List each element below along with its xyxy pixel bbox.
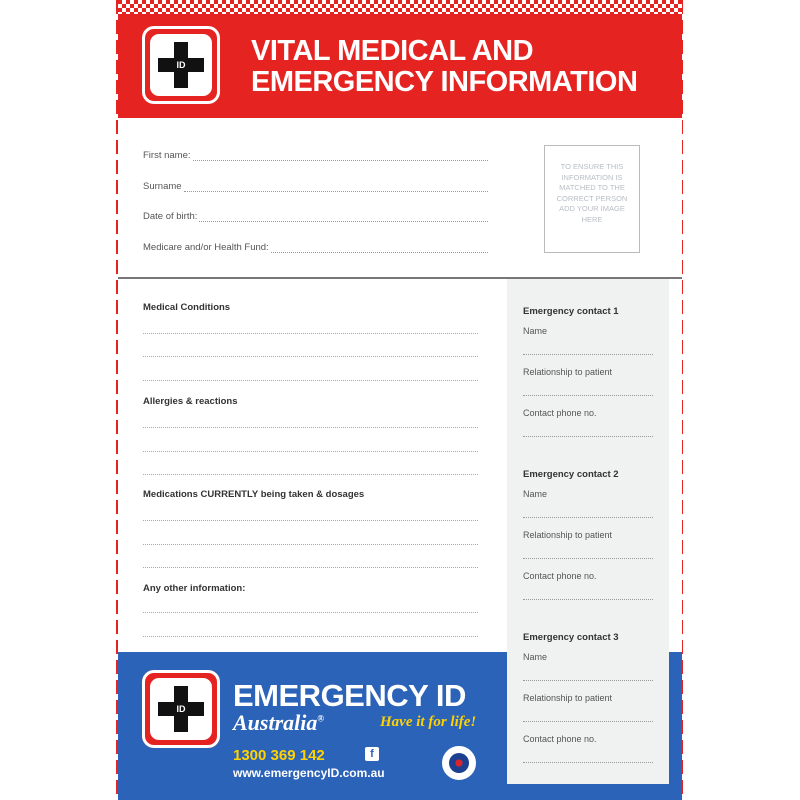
contact-3-phone-line[interactable] — [523, 762, 653, 763]
registered-mark: ® — [317, 713, 325, 724]
contact-1-relationship-line[interactable] — [523, 395, 653, 396]
form-header: ID VITAL MEDICAL AND EMERGENCY INFORMATI… — [118, 14, 682, 118]
photo-placeholder[interactable]: TO ENSURE THIS INFORMATION IS MATCHED TO… — [544, 145, 640, 253]
logo-id-text: ID — [176, 60, 186, 70]
footer-logo-icon: ID — [142, 670, 220, 748]
allergies-line[interactable] — [143, 451, 478, 452]
medical-conditions-line[interactable] — [143, 380, 478, 381]
emergency-contacts-panel: Emergency contact 1 Name Relationship to… — [507, 279, 669, 784]
contact-2-heading: Emergency contact 2 — [523, 469, 619, 480]
contact-2-name-label: Name — [523, 489, 548, 499]
photo-instructions: TO ENSURE THIS INFORMATION IS MATCHED TO… — [556, 162, 628, 224]
other-info-heading: Any other information: — [143, 583, 246, 594]
contact-2-relationship-line[interactable] — [523, 558, 653, 559]
contact-3-name-label: Name — [523, 652, 548, 662]
medical-conditions-line[interactable] — [143, 356, 478, 357]
medications-line[interactable] — [143, 567, 478, 568]
footer-logo-id-text: ID — [176, 704, 186, 714]
first-name-field[interactable]: First name: — [143, 150, 488, 161]
facebook-icon[interactable]: f — [365, 747, 379, 761]
contact-1-heading: Emergency contact 1 — [523, 306, 619, 317]
title-line-1: VITAL MEDICAL AND — [251, 35, 534, 67]
contact-1-phone-label: Contact phone no. — [523, 408, 597, 418]
contact-3-phone-label: Contact phone no. — [523, 734, 597, 744]
contact-3-heading: Emergency contact 3 — [523, 632, 619, 643]
medications-heading: Medications CURRENTLY being taken & dosa… — [143, 489, 365, 500]
medications-line[interactable] — [143, 520, 478, 521]
first-name-label: First name: — [143, 150, 191, 161]
form-title: VITAL MEDICAL AND EMERGENCY INFORMATION — [251, 36, 671, 98]
contact-1-name-label: Name — [523, 326, 548, 336]
contact-3-relationship-label: Relationship to patient — [523, 693, 613, 703]
other-info-line[interactable] — [143, 612, 478, 613]
contact-2-name-line[interactable] — [523, 517, 653, 518]
date-of-birth-label: Date of birth: — [143, 211, 198, 222]
website-link[interactable]: www.emergencyID.com.au — [233, 766, 385, 780]
allergies-heading: Allergies & reactions — [143, 396, 238, 407]
medications-line[interactable] — [143, 544, 478, 545]
surname-field[interactable]: Surname — [143, 181, 488, 192]
brand-country: Australia® — [233, 710, 325, 735]
brand-name: EMERGENCY ID — [233, 678, 466, 713]
medical-conditions-line[interactable] — [143, 333, 478, 334]
medical-info-form: ID VITAL MEDICAL AND EMERGENCY INFORMATI… — [118, 0, 682, 800]
date-of-birth-field[interactable]: Date of birth: — [143, 211, 488, 222]
contact-2-phone-line[interactable] — [523, 599, 653, 600]
medicare-field[interactable]: Medicare and/or Health Fund: — [143, 242, 488, 253]
contact-3-relationship-line[interactable] — [523, 721, 653, 722]
contact-phone-number: 1300 369 142 — [233, 747, 325, 764]
contact-1-name-line[interactable] — [523, 354, 653, 355]
checkered-top-border — [118, 0, 682, 14]
surname-label: Surname — [143, 181, 182, 192]
emergency-id-logo-icon: ID — [142, 26, 220, 104]
title-line-2: EMERGENCY INFORMATION — [251, 66, 638, 98]
allergies-line[interactable] — [143, 427, 478, 428]
australian-made-badge-icon — [442, 746, 476, 780]
medical-conditions-heading: Medical Conditions — [143, 302, 231, 313]
allergies-line[interactable] — [143, 474, 478, 475]
contact-2-relationship-label: Relationship to patient — [523, 530, 613, 540]
contact-1-relationship-label: Relationship to patient — [523, 367, 613, 377]
medicare-label: Medicare and/or Health Fund: — [143, 242, 269, 253]
brand-tagline: Have it for life! — [380, 714, 477, 730]
contact-2-phone-label: Contact phone no. — [523, 571, 597, 581]
contact-3-name-line[interactable] — [523, 680, 653, 681]
other-info-line[interactable] — [143, 636, 478, 637]
contact-1-phone-line[interactable] — [523, 436, 653, 437]
